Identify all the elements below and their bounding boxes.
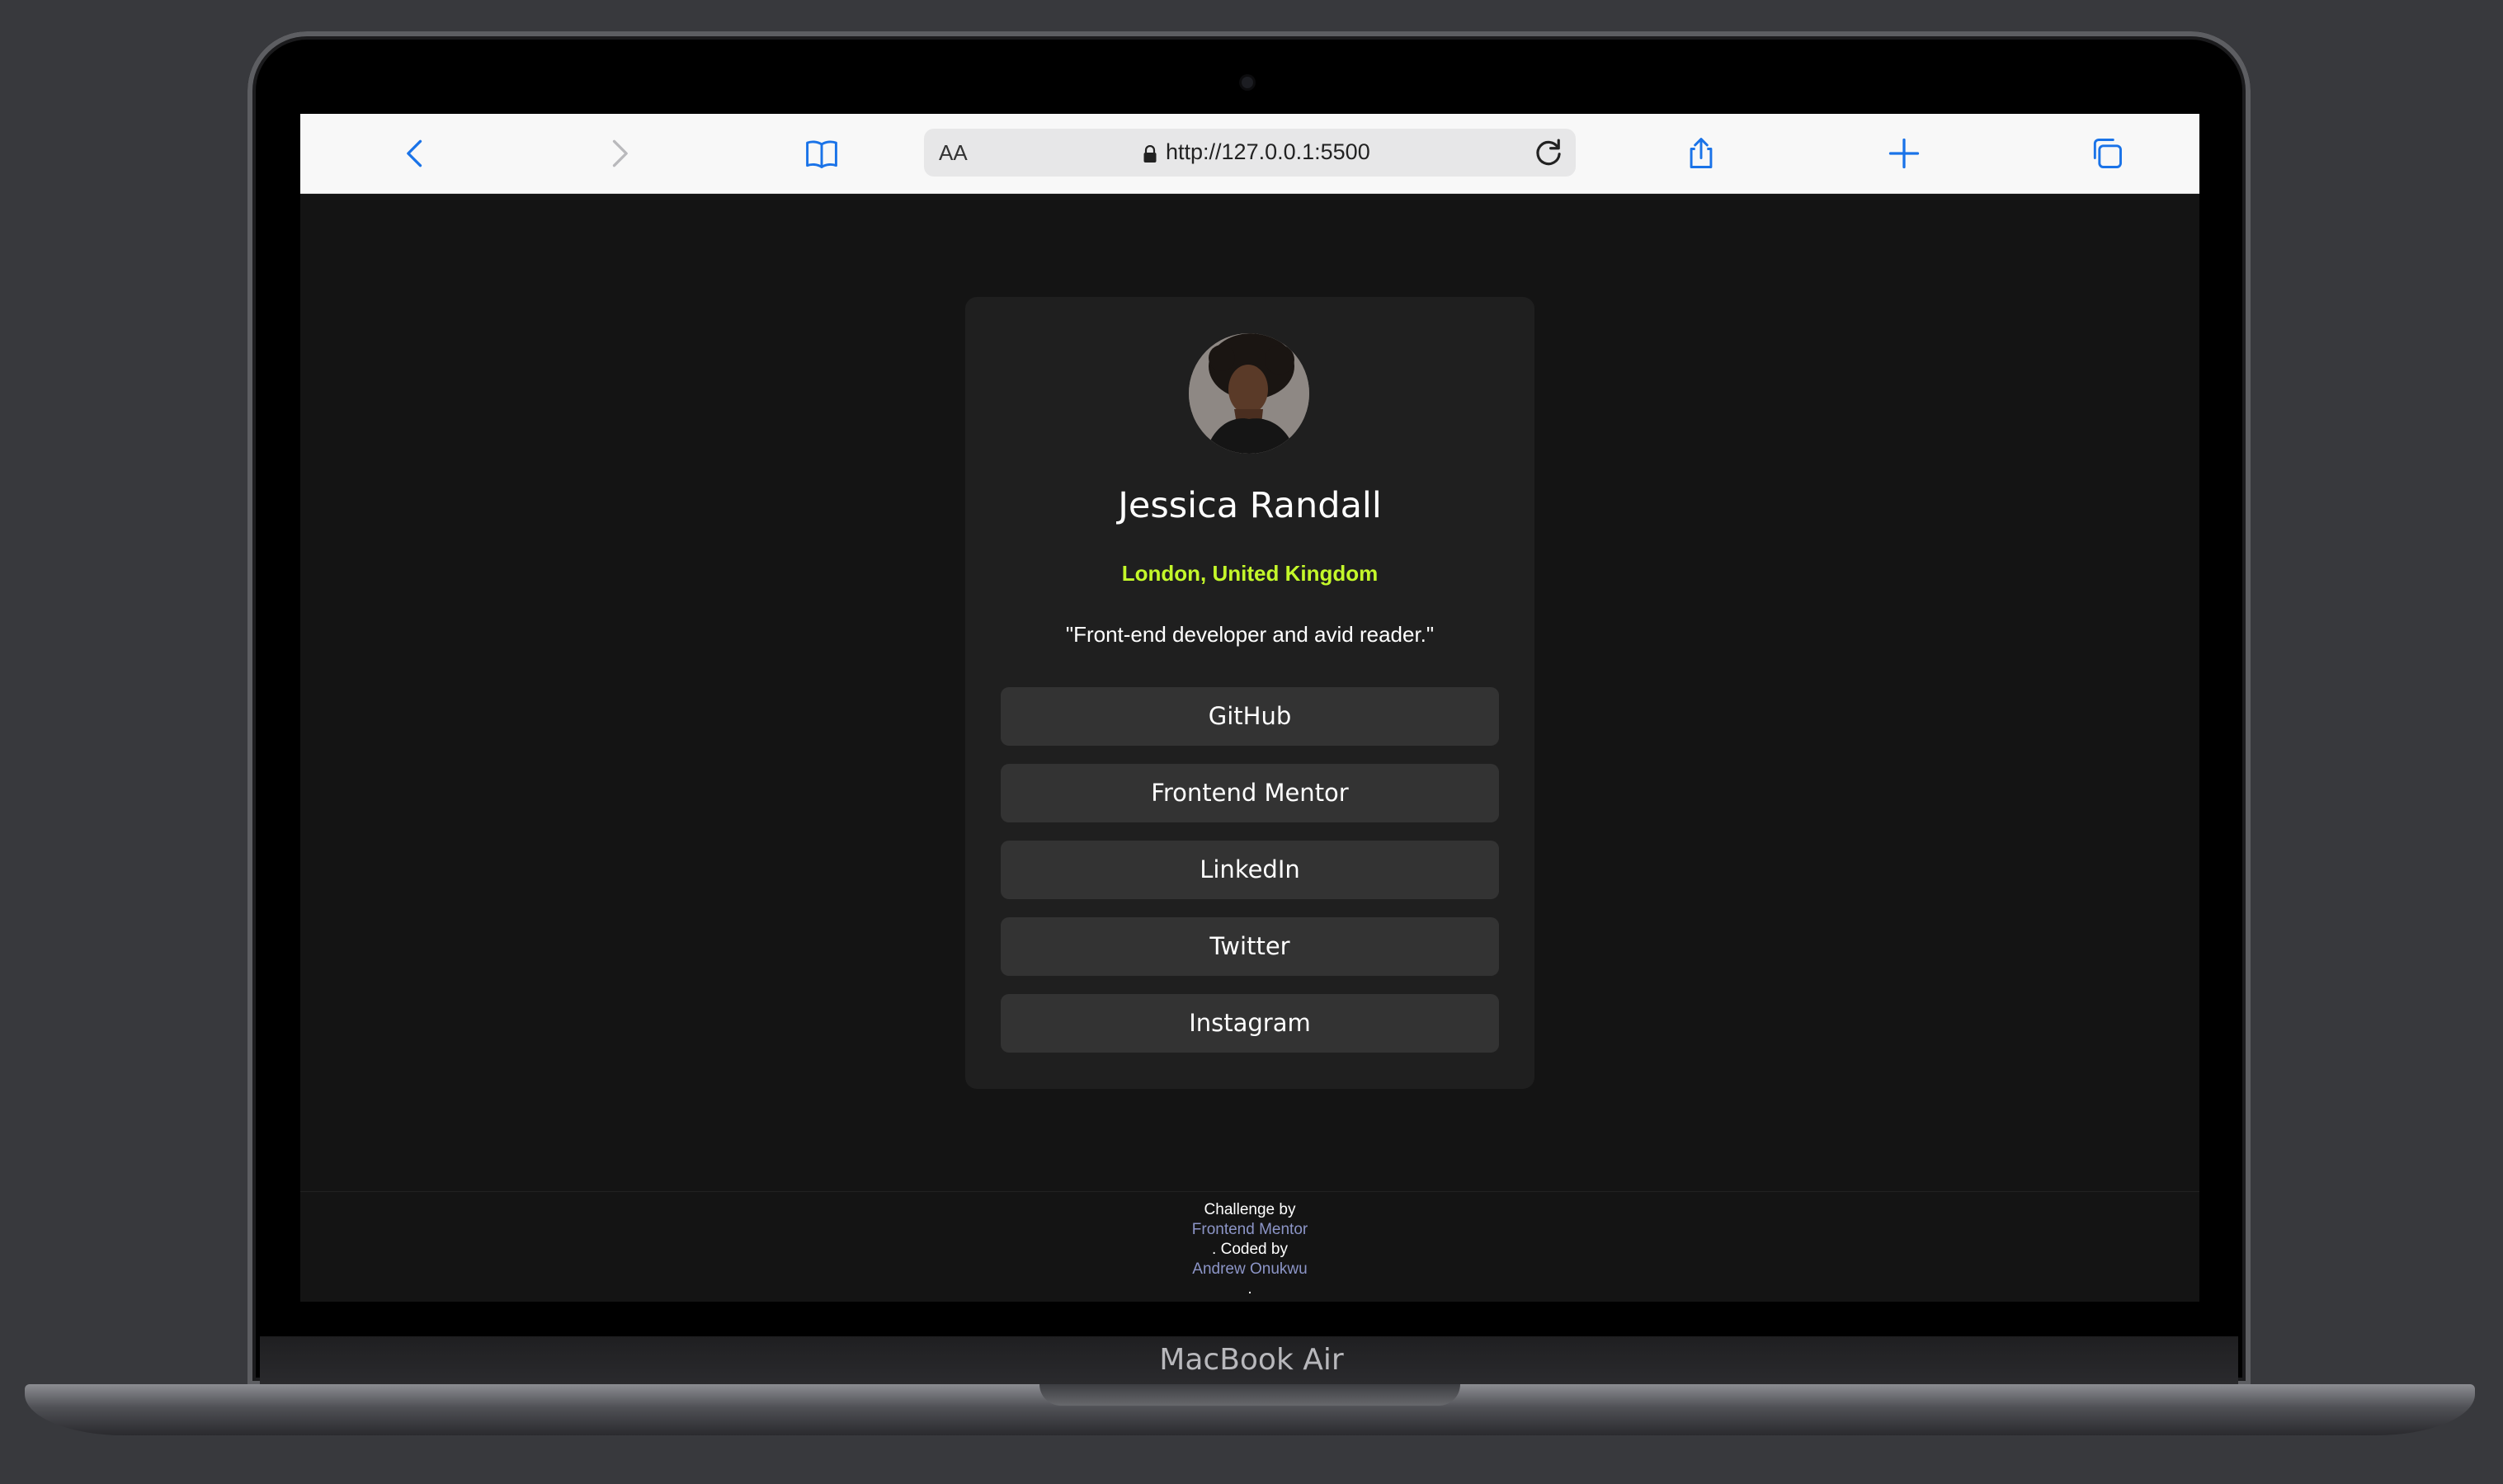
twitter-link-button[interactable]: Twitter bbox=[1001, 917, 1499, 976]
footer-period: . bbox=[1247, 1280, 1252, 1298]
forward-icon[interactable] bbox=[597, 132, 640, 175]
back-icon[interactable] bbox=[394, 132, 437, 175]
coded-by-text: . Coded by bbox=[1212, 1241, 1288, 1258]
reload-icon[interactable] bbox=[1531, 135, 1566, 170]
profile-location: London, United Kingdom bbox=[1121, 561, 1379, 586]
challenge-by-text: Challenge by bbox=[1204, 1201, 1296, 1218]
share-icon[interactable] bbox=[1680, 132, 1723, 175]
lock-icon bbox=[1143, 144, 1157, 163]
bookmarks-icon[interactable] bbox=[800, 132, 843, 175]
social-links: GitHub Frontend Mentor LinkedIn Twitter … bbox=[1001, 687, 1499, 1071]
github-link-button[interactable]: GitHub bbox=[1001, 687, 1499, 746]
device-brand-label: MacBook Air bbox=[1159, 1343, 1344, 1377]
new-tab-icon[interactable] bbox=[1883, 132, 1926, 175]
attribution-footer: Challenge by Frontend Mentor . Coded by … bbox=[300, 1191, 2199, 1302]
profile-bio: "Front-end developer and avid reader." bbox=[1065, 622, 1435, 647]
camera-icon bbox=[1242, 77, 1253, 88]
instagram-link-button[interactable]: Instagram bbox=[1001, 994, 1499, 1053]
tabs-icon[interactable] bbox=[2086, 132, 2128, 175]
profile-name: Jessica Randall bbox=[1118, 485, 1382, 526]
browser-screen: AA http://127.0.0.1:5500 Jessica Randall… bbox=[300, 114, 2199, 1302]
linkedin-link-button[interactable]: LinkedIn bbox=[1001, 841, 1499, 899]
laptop-hinge-notch bbox=[1039, 1384, 1460, 1406]
reader-aa-button[interactable]: AA bbox=[939, 140, 968, 166]
frontend-mentor-link-button[interactable]: Frontend Mentor bbox=[1001, 764, 1499, 822]
address-bar[interactable]: AA http://127.0.0.1:5500 bbox=[924, 129, 1576, 177]
profile-card: Jessica Randall London, United Kingdom "… bbox=[965, 297, 1534, 1089]
url-text: http://127.0.0.1:5500 bbox=[1166, 139, 1370, 164]
browser-toolbar: AA http://127.0.0.1:5500 bbox=[300, 114, 2199, 194]
author-footer-link[interactable]: Andrew Onukwu bbox=[300, 1260, 2199, 1279]
avatar bbox=[1189, 333, 1309, 454]
frontend-mentor-footer-link[interactable]: Frontend Mentor bbox=[300, 1220, 2199, 1240]
